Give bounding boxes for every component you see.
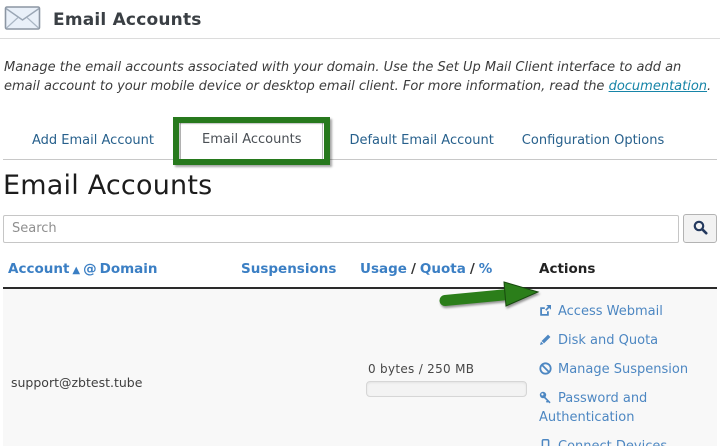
sort-quota-link[interactable]: Quota (420, 261, 466, 277)
pencil-icon (539, 333, 558, 348)
tab-bar: Add Email Account Email Accounts Default… (3, 119, 717, 160)
tab-default-email-account[interactable]: Default Email Account (335, 123, 507, 159)
manage-suspension-link[interactable]: Manage Suspension (539, 360, 697, 379)
suspensions-cell (237, 289, 360, 446)
page-title: Email Accounts (53, 10, 202, 30)
sort-asc-icon: ▲ (72, 265, 80, 276)
tab-add-email-account[interactable]: Add Email Account (18, 123, 168, 159)
usage-cell: 0 bytes / 250 MB (360, 289, 537, 446)
email-accounts-table: Account▲@Domain Suspensions Usage/Quota/… (3, 254, 717, 446)
header-divider (0, 38, 720, 39)
search-button[interactable] (683, 214, 717, 243)
search-input[interactable] (3, 215, 679, 243)
disk-and-quota-link[interactable]: Disk and Quota (539, 331, 697, 350)
connect-devices-link[interactable]: Connect Devices (539, 437, 697, 446)
tab-email-accounts-label: Email Accounts (202, 132, 301, 147)
sort-domain-link[interactable]: Domain (100, 261, 158, 277)
column-usage-quota: Usage/Quota/% (360, 261, 537, 277)
email-accounts-page: Email Accounts Manage the email accounts… (0, 0, 720, 446)
search-icon (693, 220, 708, 238)
column-actions: Actions (537, 261, 717, 277)
description-text: Manage the email accounts associated wit… (4, 60, 681, 94)
section-heading: Email Accounts (3, 170, 717, 201)
sort-usage-link[interactable]: Usage (360, 261, 407, 277)
mobile-icon (539, 439, 558, 446)
at-sign: @ (83, 261, 97, 277)
key-icon (539, 391, 558, 406)
action-label: Access Webmail (558, 304, 663, 319)
action-label: Connect Devices (558, 439, 667, 446)
password-authentication-link[interactable]: Password and Authentication (539, 389, 697, 427)
envelope-icon (4, 4, 42, 36)
sort-percent-link[interactable]: % (479, 261, 493, 277)
separator: / (470, 261, 475, 277)
access-webmail-link[interactable]: Access Webmail (539, 302, 697, 321)
action-label: Manage Suspension (558, 362, 688, 377)
sort-suspensions-link[interactable]: Suspensions (241, 261, 336, 277)
page-header: Email Accounts (3, 0, 717, 38)
documentation-link[interactable]: documentation (609, 79, 707, 94)
table-row: support@zbtest.tube 0 bytes / 250 MB Acc… (3, 289, 717, 446)
tab-email-accounts[interactable]: Email Accounts (180, 121, 323, 159)
separator: / (411, 261, 416, 277)
usage-text: 0 bytes / 250 MB (368, 362, 537, 376)
sort-account-link[interactable]: Account (8, 261, 69, 277)
description-period: . (707, 79, 711, 94)
search-row (3, 214, 717, 243)
table-header-row: Account▲@Domain Suspensions Usage/Quota/… (3, 254, 717, 289)
ban-icon (539, 362, 558, 377)
tab-configuration-options[interactable]: Configuration Options (508, 123, 678, 159)
actions-cell: Access Webmail Disk and Quota Manage Sus… (537, 289, 717, 446)
column-account-domain: Account▲@Domain (3, 261, 237, 277)
external-link-icon (539, 304, 558, 319)
account-email: support@zbtest.tube (3, 289, 237, 446)
usage-progress-bar (366, 381, 527, 397)
action-label: Disk and Quota (558, 333, 658, 348)
page-description: Manage the email accounts associated wit… (4, 58, 716, 96)
column-suspensions: Suspensions (237, 261, 360, 277)
